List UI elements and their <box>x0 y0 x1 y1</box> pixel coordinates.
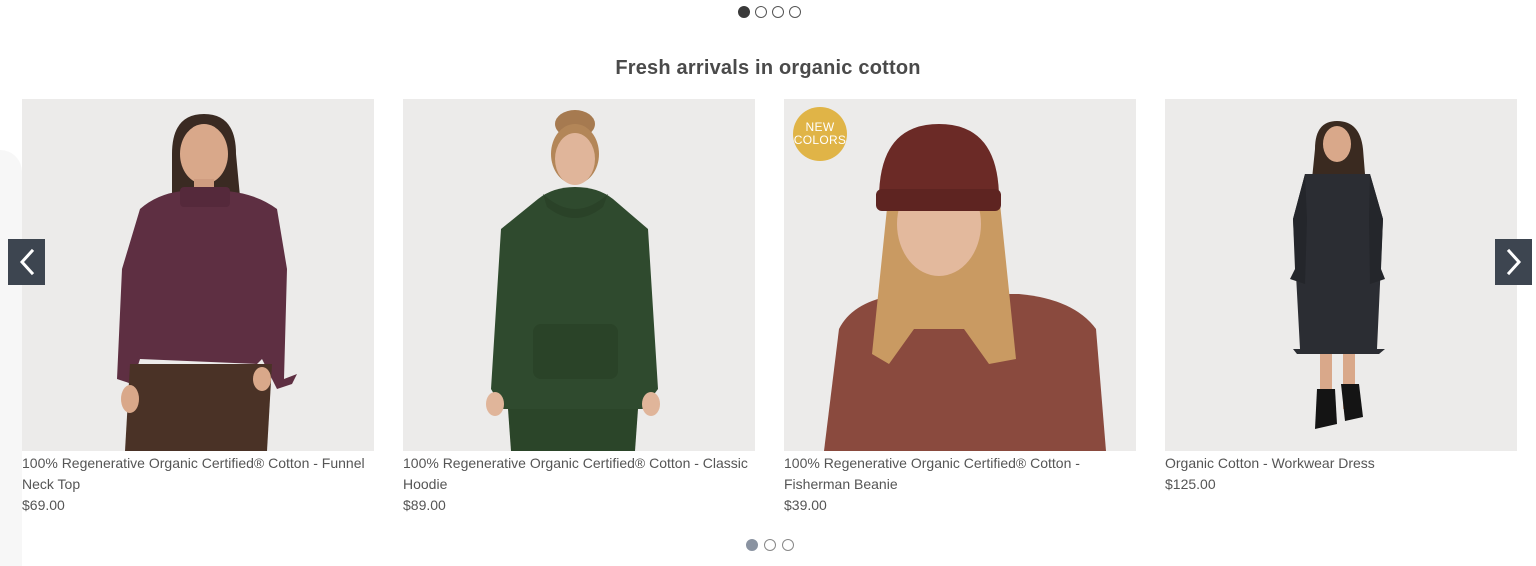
product-image[interactable]: NEW COLORS <box>784 99 1136 451</box>
carousel-prev-button[interactable] <box>8 239 45 285</box>
product-image[interactable] <box>22 99 374 451</box>
product-price: $89.00 <box>403 497 446 513</box>
chevron-right-icon <box>1506 248 1521 276</box>
pagination-dot[interactable] <box>782 539 794 551</box>
pagination-dot[interactable] <box>789 6 801 18</box>
new-colors-badge: NEW COLORS <box>793 107 847 161</box>
carousel-next-button[interactable] <box>1495 239 1532 285</box>
product-name[interactable]: Organic Cotton - Workwear Dress <box>1165 453 1517 474</box>
product-card[interactable]: Organic Cotton - Workwear Dress $125.00 <box>1165 99 1517 495</box>
product-price: $125.00 <box>1165 476 1216 492</box>
product-image[interactable] <box>403 99 755 451</box>
product-card[interactable]: NEW COLORS 100% Regenerative Organic Cert… <box>784 99 1136 516</box>
product-name[interactable]: 100% Regenerative Organic Certified® Cot… <box>784 453 1136 495</box>
product-price: $39.00 <box>784 497 827 513</box>
pagination-dot[interactable] <box>772 6 784 18</box>
section-title: Fresh arrivals in organic cotton <box>615 57 921 79</box>
product-image[interactable] <box>1165 99 1517 451</box>
product-price: $69.00 <box>22 497 65 513</box>
product-card[interactable]: 100% Regenerative Organic Certified® Cot… <box>403 99 755 516</box>
product-card[interactable]: 100% Regenerative Organic Certified® Cot… <box>22 99 374 516</box>
pagination-dot[interactable] <box>755 6 767 18</box>
carousel-pagination-top <box>738 6 801 18</box>
pagination-dot[interactable] <box>746 539 758 551</box>
product-name[interactable]: 100% Regenerative Organic Certified® Cot… <box>22 453 374 495</box>
page-edge-band <box>0 150 22 566</box>
chevron-left-icon <box>19 248 34 276</box>
product-name[interactable]: 100% Regenerative Organic Certified® Cot… <box>403 453 755 495</box>
carousel-pagination-bottom <box>746 539 794 551</box>
pagination-dot[interactable] <box>738 6 750 18</box>
pagination-dot[interactable] <box>764 539 776 551</box>
